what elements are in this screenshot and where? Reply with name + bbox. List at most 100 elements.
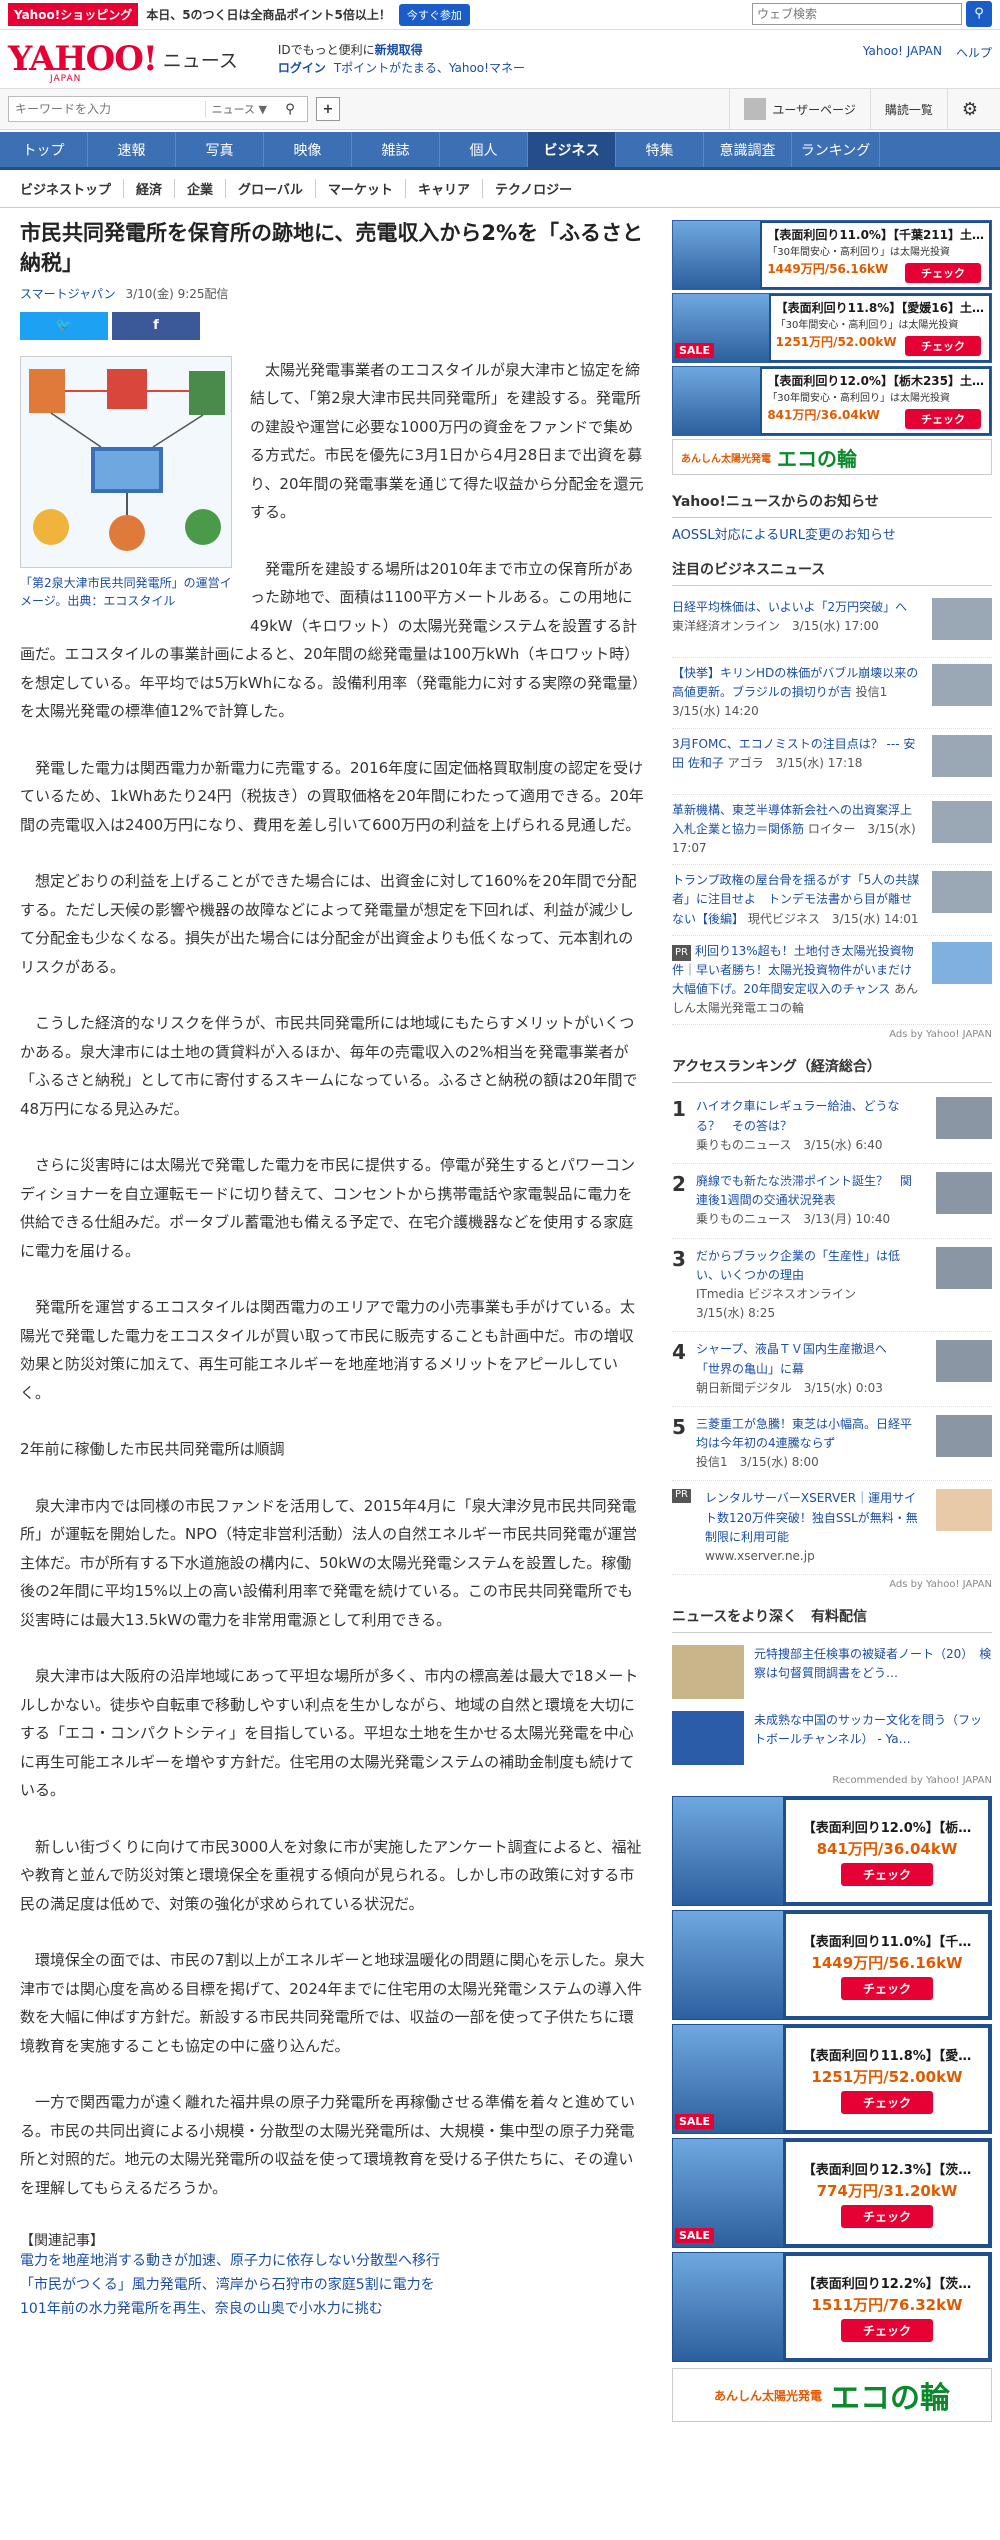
ad-item[interactable]: SALE 【表面利回り11.8%】【愛… 1251万円/52.00kW チェック [672,2024,992,2135]
web-search-button[interactable]: ⚲ [966,0,992,27]
gnav-survey[interactable]: 意識調査 [704,132,792,167]
ad-item[interactable]: 【表面利回り12.0%】【栃… 841万円/36.04kW チェック [672,1796,992,1907]
keyword-input[interactable] [9,97,205,121]
deep-link[interactable]: 未成熟な中国のサッカー文化を問う（フットボールチャンネル） - Ya… [754,1713,982,1746]
list-item[interactable]: 革新機構、東芝半導体新会社への出資案浮上 入札企業と協力＝関係筋 ロイター 3/… [672,795,992,866]
related-link[interactable]: 101年前の水力発電所を再生、奈良の山奥で小水力に挑む [20,2298,646,2322]
ranking-thumbnail[interactable] [936,1097,992,1140]
gnav-flash[interactable]: 速報 [88,132,176,167]
eco-banner-large[interactable]: あんしん太陽光発電 エコの輪 [672,2368,992,2423]
ranking-item[interactable]: 5 三菱重工が急騰！東芝は小幅高。日経平均は今年初の4連騰ならず 投信1 3/15… [672,1407,992,1482]
subnav-career[interactable]: キャリア [406,179,483,198]
list-item[interactable]: 元特捜部主任検事の被疑者ノート（20） 検察は句督質問調書をどう… [672,1639,992,1705]
news-thumbnail[interactable] [932,734,992,777]
news-thumbnail[interactable] [932,800,992,843]
ranking-thumbnail[interactable] [936,1340,992,1383]
ranking-thumbnail[interactable] [936,1414,992,1457]
ranking-item[interactable]: 4 シャープ、液晶ＴＶ国内生産撤退へ 「世界の亀山」に幕 朝日新聞デジタル 3/1… [672,1332,992,1407]
add-button[interactable]: + [316,97,340,121]
yahoo-logo[interactable]: YAHOO! [8,42,158,76]
ranking-link[interactable]: シャープ、液晶ＴＶ国内生産撤退へ 「世界の亀山」に幕 [696,1342,899,1375]
user-page-link[interactable]: ユーザーページ [729,89,870,129]
list-item[interactable]: 日経平均株価は、いよいよ「2万円突破」へ 東洋経済オンライン 3/15(水) 1… [672,592,992,658]
tpoint-link[interactable]: Tポイントがたまる、Yahoo!マネー [334,61,525,75]
pr-thumbnail[interactable] [932,941,992,984]
login-link[interactable]: ログイン [278,61,326,75]
related-link[interactable]: 電力を地産地消する動きが加速、原子力に依存しない分散型へ移行 [20,2250,646,2274]
gnav-video[interactable]: 映像 [264,132,352,167]
source-link[interactable]: スマートジャパン [20,287,116,301]
news-brand[interactable]: ニュース [163,46,238,73]
ad-item[interactable]: SALE 【表面利回り12.3%】【茨… 774万円/31.20kW チェック [672,2138,992,2249]
ranking-item[interactable]: 2 廃線でも新たな渋滞ポイント誕生？ 関連後1週間の交通状況発表 乗りものニュース… [672,1164,992,1239]
notice-link[interactable]: AOSSL対応によるURL変更のお知らせ [672,528,896,543]
ad-item[interactable]: 【表面利回り11.0%】【千葉211】土… 「30年間安心・高利回り」は太陽光投… [672,220,992,290]
ad-item[interactable]: 【表面利回り12.2%】【茨… 1511万円/76.32kW チェック [672,2252,992,2363]
news-thumbnail[interactable] [932,871,992,914]
facebook-share-button[interactable]: f [112,311,200,340]
subnav-technology[interactable]: テクノロジー [483,179,584,198]
related-link[interactable]: 「市民がつくる」風力発電所、湾岸から石狩市の家庭5割に電力を [20,2274,646,2298]
check-button[interactable]: チェック [840,2318,933,2342]
gnav-photo[interactable]: 写真 [176,132,264,167]
signup-link[interactable]: 新規取得 [375,43,423,57]
ad-item[interactable]: 【表面利回り12.0%】【栃木235】土… 「30年間安心・高利回り」は太陽光投… [672,366,992,436]
article-figure[interactable]: 「第2泉大津市民共同発電所」の運営イメージ。出典：エコスタイル [20,355,232,610]
check-button[interactable]: チェック [840,2204,933,2228]
news-thumbnail[interactable] [932,664,992,706]
pr-item[interactable]: PR 利回り13%超も！土地付き太陽光投資物件｜早い者勝ち！太陽光投資物件がいまだ… [672,936,992,1026]
pr-link[interactable]: 利回り13%超も！土地付き太陽光投資物件｜早い者勝ち！太陽光投資物件がいまだけ大… [672,944,914,996]
subnav-business-top[interactable]: ビジネストップ [8,179,125,198]
gnav-magazine[interactable]: 雑誌 [352,132,440,167]
ranking-link[interactable]: ハイオク車にレギュラー給油、どうなる？ その答は？ [696,1099,900,1132]
ranking-item[interactable]: 3 だからブラック企業の「生産性」は低い、いくつかの理由 ITmedia ビジネス… [672,1239,992,1333]
news-thumbnail[interactable] [932,598,992,640]
keyword-search-button[interactable]: ⚲ [273,102,307,117]
promo-button[interactable]: 今すぐ参加 [398,3,470,26]
ranking-link[interactable]: 廃線でも新たな渋滞ポイント誕生？ 関連後1週間の交通状況発表 [696,1174,912,1207]
settings-button[interactable]: ⚙ [946,89,992,129]
check-button[interactable]: チェック [905,409,981,429]
ranking-link[interactable]: 三菱重工が急騰！東芝は小幅高。日経平均は今年初の4連騰ならず [696,1417,912,1450]
gnav-ranking[interactable]: ランキング [792,132,880,167]
promo-text[interactable]: 本日、5のつく日は全商品ポイント5倍以上！ [146,6,391,23]
check-button[interactable]: チェック [840,2090,933,2114]
ad-item[interactable]: 【表面利回り11.0%】【千… 1449万円/56.16kW チェック [672,1910,992,2021]
pr-link[interactable]: レンタルサーバーXSERVER｜運用サイト数120万件突破！独自SSLが無料・無… [705,1491,918,1543]
deep-link[interactable]: 元特捜部主任検事の被疑者ノート（20） 検察は句督質問調書をどう… [754,1647,991,1680]
list-item[interactable]: 【快挙】キリンHDの株価がバブル崩壊以来の高値更新。ブラジルの損切りが吉 投信1… [672,658,992,729]
gnav-feature[interactable]: 特集 [616,132,704,167]
ranking-item[interactable]: 1 ハイオク車にレギュラー給油、どうなる？ その答は？ 乗りものニュース 3/15… [672,1089,992,1164]
subnav-market[interactable]: マーケット [316,179,406,198]
check-button[interactable]: チェック [905,263,981,283]
gnav-individual[interactable]: 個人 [440,132,528,167]
ranking-thumbnail[interactable] [936,1172,992,1214]
ranking-thumbnail[interactable] [936,1246,992,1289]
pr-item[interactable]: PR レンタルサーバーXSERVER｜運用サイト数120万件突破！独自SSLが無… [672,1481,992,1576]
subnav-economy[interactable]: 経済 [124,179,176,198]
subscriptions-link[interactable]: 購読一覧 [869,89,947,129]
pr-thumbnail[interactable] [936,1489,992,1532]
check-button[interactable]: チェック [905,336,981,356]
ranking-link[interactable]: だからブラック企業の「生産性」は低い、いくつかの理由 [696,1249,900,1282]
deep-thumbnail[interactable] [672,1645,744,1700]
figure-caption[interactable]: 「第2泉大津市民共同発電所」の運営イメージ。出典：エコスタイル [20,574,232,610]
list-item[interactable]: トランプ政権の屋台骨を揺るがす「5人の共謀者」に注目せよ トンデモ法書から目が離… [672,865,992,936]
check-button[interactable]: チェック [840,1862,933,1886]
scope-select[interactable]: ニュース ▼ [204,101,273,117]
web-search-input[interactable] [752,2,962,25]
ad-item[interactable]: SALE 【表面利回り11.8%】【愛媛16】土… 「30年間安心・高利回り」は… [672,293,992,363]
news-link[interactable]: 日経平均株価は、いよいよ「2万円突破」へ [672,600,907,614]
gnav-business[interactable]: ビジネス [528,132,616,167]
figure-image[interactable] [20,355,232,568]
twitter-share-button[interactable]: 🐦 [20,311,108,340]
subnav-company[interactable]: 企業 [175,179,227,198]
check-button[interactable]: チェック [840,1976,933,2000]
eco-banner[interactable]: あんしん太陽光発電 エコの輪 [672,439,992,475]
list-item[interactable]: 3月FOMC、エコノミストの注目点は？ --- 安田 佐和子 アゴラ 3/15(… [672,729,992,795]
shopping-badge[interactable]: Yahoo!ショッピング [8,3,139,26]
yahoo-japan-link[interactable]: Yahoo! JAPAN [863,44,942,61]
deep-thumbnail[interactable] [672,1711,744,1766]
gnav-top[interactable]: トップ [0,132,88,167]
list-item[interactable]: 未成熟な中国のサッカー文化を問う（フットボールチャンネル） - Ya… [672,1705,992,1771]
